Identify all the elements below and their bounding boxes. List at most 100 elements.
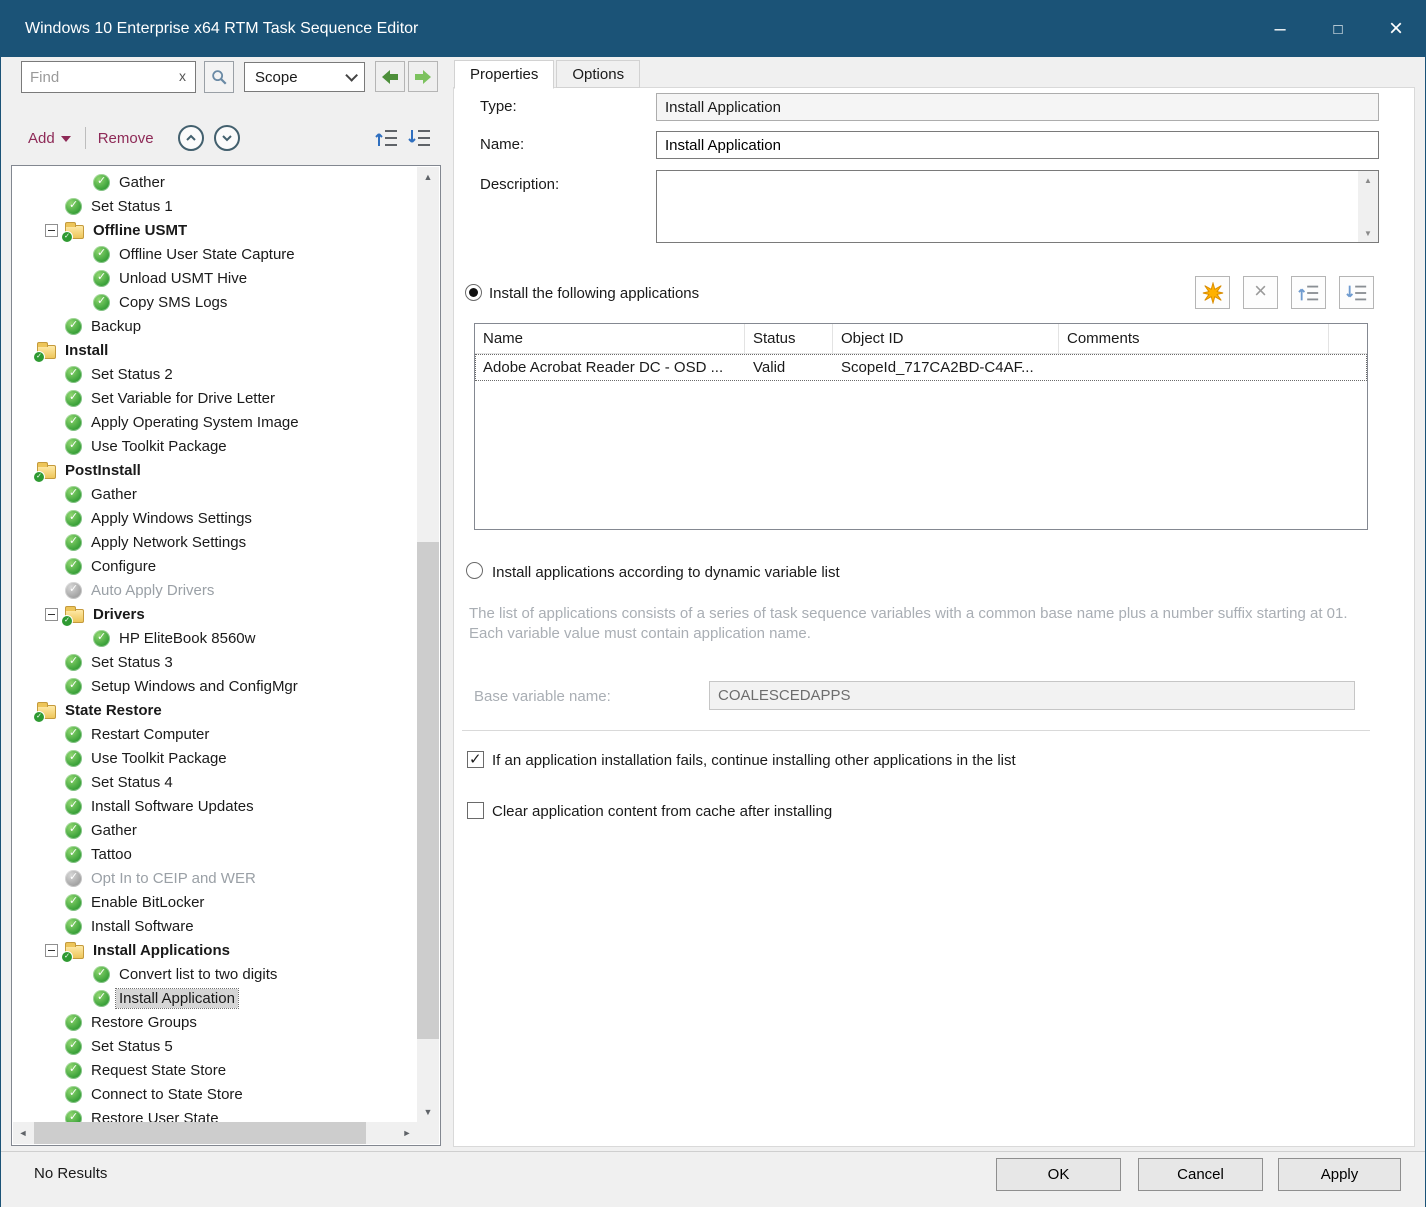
scroll-down-icon[interactable]: ▼: [1358, 224, 1378, 242]
remove-button[interactable]: Remove: [98, 130, 154, 147]
tree-item[interactable]: Offline User State Capture: [13, 242, 417, 266]
collapse-expander-icon[interactable]: [45, 944, 58, 957]
dynamic-list-radio[interactable]: [466, 562, 483, 579]
tree-item-label: Backup: [88, 317, 144, 336]
move-application-up-button[interactable]: [1291, 276, 1326, 309]
collapse-expander-icon[interactable]: [45, 224, 58, 237]
tree-item-label: Install Application: [116, 989, 238, 1008]
description-scrollbar[interactable]: ▲ ▼: [1358, 171, 1378, 242]
tree-group[interactable]: Drivers: [13, 602, 417, 626]
type-value: Install Application: [665, 99, 781, 116]
move-step-down-button[interactable]: [214, 125, 240, 151]
tree-group[interactable]: State Restore: [13, 698, 417, 722]
tree-item[interactable]: Auto Apply Drivers: [13, 578, 417, 602]
tree-item[interactable]: Gather: [13, 482, 417, 506]
tree-item[interactable]: Set Status 2: [13, 362, 417, 386]
ok-button[interactable]: OK: [996, 1158, 1121, 1191]
tree-item[interactable]: Use Toolkit Package: [13, 746, 417, 770]
tree-item[interactable]: Install Software Updates: [13, 794, 417, 818]
group-folder-icon: [37, 345, 56, 359]
tree-item[interactable]: Tattoo: [13, 842, 417, 866]
scroll-right-icon[interactable]: ►: [397, 1122, 417, 1144]
tree-item[interactable]: Restart Computer: [13, 722, 417, 746]
tree-group[interactable]: Offline USMT: [13, 218, 417, 242]
tree-item[interactable]: Set Status 4: [13, 770, 417, 794]
scroll-up-icon[interactable]: ▲: [1358, 171, 1378, 189]
scroll-up-icon[interactable]: ▲: [417, 167, 439, 187]
tree-item-label: Apply Windows Settings: [88, 509, 255, 528]
scroll-left-icon[interactable]: ◄: [13, 1122, 33, 1144]
collapse-all-button[interactable]: [406, 125, 433, 152]
tab-options[interactable]: Options: [556, 60, 640, 88]
tree-group[interactable]: Install Applications: [13, 938, 417, 962]
tree-item[interactable]: Set Status 3: [13, 650, 417, 674]
tree-item[interactable]: Connect to State Store: [13, 1082, 417, 1106]
tree-item[interactable]: HP EliteBook 8560w: [13, 626, 417, 650]
delete-application-button[interactable]: ×: [1243, 276, 1278, 309]
tree-item[interactable]: Convert list to two digits: [13, 962, 417, 986]
maximize-button[interactable]: □: [1309, 1, 1367, 57]
tree-item[interactable]: Restore User State: [13, 1106, 417, 1122]
column-header-name[interactable]: Name: [475, 324, 745, 353]
tree-item[interactable]: Apply Windows Settings: [13, 506, 417, 530]
description-input[interactable]: [657, 171, 1358, 242]
tree-item[interactable]: Unload USMT Hive: [13, 266, 417, 290]
close-button[interactable]: ×: [1367, 1, 1425, 57]
window-controls: – □ ×: [1251, 1, 1425, 57]
move-step-up-button[interactable]: [178, 125, 204, 151]
description-label: Description:: [480, 176, 559, 193]
find-input[interactable]: [22, 69, 177, 86]
column-header-comments[interactable]: Comments: [1059, 324, 1329, 353]
new-application-button[interactable]: [1195, 276, 1230, 309]
collapse-expander-icon[interactable]: [45, 608, 58, 621]
tree-item[interactable]: Set Variable for Drive Letter: [13, 386, 417, 410]
minimize-button[interactable]: –: [1251, 1, 1309, 57]
tree-item[interactable]: Apply Network Settings: [13, 530, 417, 554]
tree-item[interactable]: Gather: [13, 818, 417, 842]
move-application-down-button[interactable]: [1339, 276, 1374, 309]
find-previous-button[interactable]: [375, 61, 405, 92]
install-following-radio[interactable]: [465, 284, 482, 301]
tree-item[interactable]: Configure: [13, 554, 417, 578]
expand-all-button[interactable]: [373, 125, 400, 152]
scroll-down-icon[interactable]: ▼: [417, 1102, 439, 1122]
tree-item[interactable]: Request State Store: [13, 1058, 417, 1082]
horizontal-scrollbar-thumb[interactable]: [34, 1122, 366, 1144]
tree-item[interactable]: Install Software: [13, 914, 417, 938]
tree-item[interactable]: Copy SMS Logs: [13, 290, 417, 314]
tree-group[interactable]: PostInstall: [13, 458, 417, 482]
tree-item[interactable]: Apply Operating System Image: [13, 410, 417, 434]
tree-item[interactable]: Restore Groups: [13, 1010, 417, 1034]
tree-item[interactable]: Opt In to CEIP and WER: [13, 866, 417, 890]
find-next-button[interactable]: [408, 61, 438, 92]
cancel-button[interactable]: Cancel: [1138, 1158, 1263, 1191]
tree-item[interactable]: Enable BitLocker: [13, 890, 417, 914]
tree-item[interactable]: Set Status 5: [13, 1034, 417, 1058]
column-header-object-id[interactable]: Object ID: [833, 324, 1059, 353]
tree-item[interactable]: Set Status 1: [13, 194, 417, 218]
search-button[interactable]: [204, 61, 234, 93]
add-button[interactable]: Add: [28, 130, 71, 147]
tree-group[interactable]: Install: [13, 338, 417, 362]
app-table-row[interactable]: Adobe Acrobat Reader DC - OSD ...ValidSc…: [475, 354, 1367, 381]
tree-item[interactable]: Gather: [13, 170, 417, 194]
continue-on-fail-checkbox[interactable]: [467, 751, 484, 768]
tab-properties[interactable]: Properties: [454, 60, 554, 89]
name-input[interactable]: [656, 131, 1379, 159]
step-success-icon: [93, 630, 110, 647]
tree-horizontal-scrollbar[interactable]: ◄ ►: [13, 1122, 417, 1144]
apply-button[interactable]: Apply: [1278, 1158, 1401, 1191]
tree-item[interactable]: Setup Windows and ConfigMgr: [13, 674, 417, 698]
clear-find-icon[interactable]: x: [177, 68, 195, 86]
tree-item[interactable]: Use Toolkit Package: [13, 434, 417, 458]
vertical-scrollbar-thumb[interactable]: [417, 542, 439, 1039]
tree-item[interactable]: Install Application: [13, 986, 417, 1010]
tree-item-label: Restore Groups: [88, 1013, 200, 1032]
tree-item-label: Set Status 3: [88, 653, 176, 672]
step-success-icon: [93, 294, 110, 311]
clear-cache-checkbox[interactable]: [467, 802, 484, 819]
tree-vertical-scrollbar[interactable]: ▲ ▼: [417, 167, 439, 1122]
tree-item[interactable]: Backup: [13, 314, 417, 338]
scope-dropdown[interactable]: Scope: [244, 62, 365, 92]
column-header-status[interactable]: Status: [745, 324, 833, 353]
